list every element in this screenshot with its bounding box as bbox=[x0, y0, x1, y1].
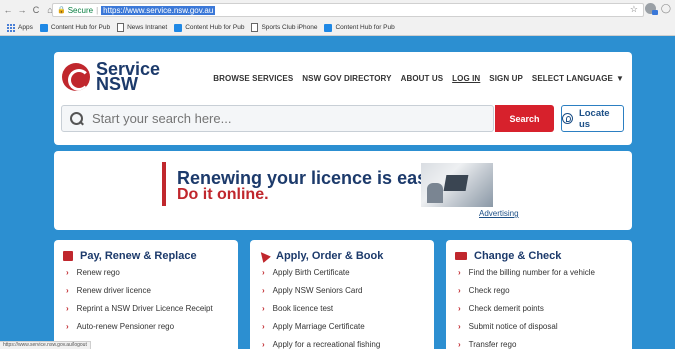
list-item[interactable]: › Apply Marriage Certificate bbox=[262, 322, 423, 332]
category-links: › Apply Birth Certificate › Apply NSW Seni… bbox=[262, 268, 423, 349]
document-icon bbox=[251, 23, 259, 32]
chevron-right-icon: › bbox=[262, 286, 265, 295]
chevron-right-icon: › bbox=[262, 304, 265, 313]
bookmark-item[interactable]: Sports Club iPhone bbox=[251, 23, 317, 32]
profile-icon[interactable]: ◯ bbox=[661, 3, 671, 14]
category-title[interactable]: Change & Check bbox=[455, 250, 561, 262]
list-item[interactable]: › Find the billing number for a vehicle bbox=[458, 268, 619, 278]
bookmark-item[interactable]: Content Hub for Pub bbox=[39, 23, 110, 32]
chevron-right-icon: › bbox=[458, 286, 461, 295]
list-item[interactable]: › Apply Birth Certificate bbox=[262, 268, 423, 278]
chevron-right-icon: › bbox=[66, 268, 69, 277]
content-hub-icon bbox=[324, 23, 333, 32]
banner-accent-bar bbox=[162, 162, 166, 206]
advertisement-banner[interactable]: Renewing your licence is easy. Do it onl… bbox=[54, 151, 632, 230]
list-item[interactable]: › Submit notice of disposal bbox=[458, 322, 619, 332]
card-icon bbox=[63, 251, 73, 261]
category-apply-order-book: Apply, Order & Book › Apply Birth Certifi… bbox=[250, 240, 434, 349]
chevron-right-icon: › bbox=[66, 322, 69, 331]
chevron-right-icon: › bbox=[262, 268, 265, 277]
logo-text: Service NSW bbox=[96, 59, 161, 94]
list-item[interactable]: › Renew rego bbox=[66, 268, 227, 278]
list-item[interactable]: › Book licence test bbox=[262, 304, 423, 314]
category-change-check: Change & Check › Find the billing number … bbox=[446, 240, 632, 349]
bookmark-item[interactable]: News Intranet bbox=[117, 23, 167, 32]
chevron-right-icon: › bbox=[458, 304, 461, 313]
list-item[interactable]: › Check demerit points bbox=[458, 304, 619, 314]
chevron-right-icon: › bbox=[458, 340, 461, 349]
banner-subheadline: Do it online. bbox=[177, 186, 269, 203]
list-item[interactable]: › Renew driver licence bbox=[66, 286, 227, 296]
nav-nsw-gov-directory[interactable]: NSW GOV DIRECTORY bbox=[302, 74, 391, 83]
address-row: ← → C ⌂ 🔒 Secure | https://www.service.n… bbox=[0, 0, 675, 19]
category-title[interactable]: Apply, Order & Book bbox=[256, 248, 383, 264]
content-hub-icon bbox=[39, 23, 48, 32]
chevron-right-icon: › bbox=[66, 286, 69, 295]
bookmark-item[interactable]: Content Hub for Pub bbox=[324, 23, 395, 32]
nav-log-in[interactable]: LOG IN bbox=[452, 74, 480, 83]
list-item[interactable]: › Transfer rego bbox=[458, 340, 619, 349]
id-card-icon bbox=[455, 252, 467, 260]
nav-sign-up[interactable]: SIGN UP bbox=[489, 74, 523, 83]
secure-indicator[interactable]: 🔒 Secure bbox=[57, 6, 93, 15]
caret-down-icon: ▼ bbox=[615, 74, 624, 83]
site-header: Service NSW BROWSE SERVICES NSW GOV DIRE… bbox=[54, 52, 632, 145]
search-input[interactable] bbox=[92, 111, 392, 126]
bookmark-apps[interactable]: Apps bbox=[7, 23, 33, 32]
bookmarks-bar: Apps Content Hub for Pub News Intranet C… bbox=[0, 20, 395, 35]
search-icon bbox=[70, 111, 84, 126]
advertising-link[interactable]: Advertising bbox=[479, 209, 519, 218]
list-item[interactable]: › Apply for a recreational fishing bbox=[262, 340, 423, 349]
extensions-area: ◯ bbox=[644, 3, 671, 15]
chevron-right-icon: › bbox=[458, 322, 461, 331]
bookmark-star-icon[interactable]: ☆ bbox=[630, 4, 638, 15]
cursor-icon bbox=[256, 248, 272, 264]
search-button[interactable]: Search bbox=[495, 105, 554, 132]
reload-icon[interactable]: C bbox=[30, 5, 42, 15]
location-pin-icon bbox=[562, 113, 573, 124]
chevron-right-icon: › bbox=[262, 340, 265, 349]
url-text[interactable]: https://www.service.nsw.gov.au bbox=[101, 5, 216, 15]
waratah-logo-icon bbox=[62, 63, 90, 91]
locate-us-button[interactable]: Locate us bbox=[561, 105, 624, 132]
category-links: › Find the billing number for a vehicle ›… bbox=[458, 268, 619, 349]
apps-grid-icon bbox=[7, 23, 15, 32]
category-title[interactable]: Pay, Renew & Replace bbox=[63, 250, 197, 262]
list-item[interactable]: › Apply NSW Seniors Card bbox=[262, 286, 423, 296]
language-selector[interactable]: SELECT LANGUAGE ▼ bbox=[532, 74, 624, 83]
document-icon bbox=[117, 23, 125, 32]
list-item[interactable]: › Check rego bbox=[458, 286, 619, 296]
top-navigation: BROWSE SERVICES NSW GOV DIRECTORY ABOUT … bbox=[213, 74, 624, 83]
status-bar-url: https://www.service.nsw.gov.au/logout bbox=[0, 341, 91, 349]
nav-browse-services[interactable]: BROWSE SERVICES bbox=[213, 74, 293, 83]
banner-laptop-image bbox=[421, 163, 493, 207]
address-bar[interactable]: 🔒 Secure | https://www.service.nsw.gov.a… bbox=[52, 3, 644, 17]
category-pay-renew-replace: Pay, Renew & Replace › Renew rego › Renew … bbox=[54, 240, 238, 349]
nav-about-us[interactable]: ABOUT US bbox=[401, 74, 444, 83]
service-nsw-logo[interactable]: Service NSW bbox=[62, 59, 161, 94]
url-separator: | bbox=[96, 5, 99, 15]
chevron-right-icon: › bbox=[262, 322, 265, 331]
forward-icon[interactable]: → bbox=[16, 5, 28, 15]
lock-icon: 🔒 bbox=[57, 7, 66, 14]
content-hub-icon bbox=[174, 23, 183, 32]
search-box bbox=[61, 105, 494, 132]
secure-label: Secure bbox=[67, 5, 94, 15]
chevron-right-icon: › bbox=[66, 304, 69, 313]
bookmark-item[interactable]: Content Hub for Pub bbox=[174, 23, 244, 32]
list-item[interactable]: › Auto-renew Pensioner rego bbox=[66, 322, 227, 332]
extension-icon[interactable] bbox=[644, 3, 658, 15]
chevron-right-icon: › bbox=[458, 268, 461, 277]
browser-chrome: ← → C ⌂ 🔒 Secure | https://www.service.n… bbox=[0, 0, 675, 36]
back-icon[interactable]: ← bbox=[2, 5, 14, 15]
list-item[interactable]: › Reprint a NSW Driver Licence Receipt bbox=[66, 304, 227, 314]
category-links: › Renew rego › Renew driver licence › Repri… bbox=[66, 268, 227, 340]
